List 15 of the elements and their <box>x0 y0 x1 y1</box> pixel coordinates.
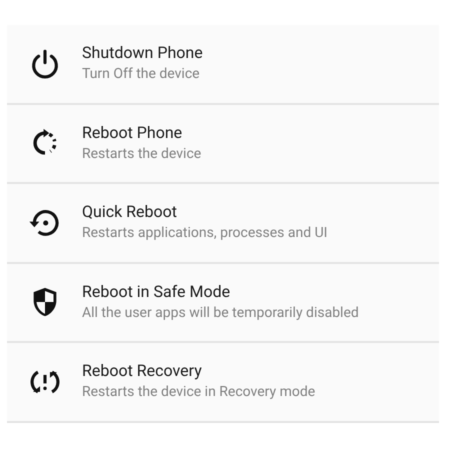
option-subtitle: Turn Off the device <box>82 65 201 84</box>
option-subtitle: Restarts the device <box>82 144 202 164</box>
option-title: Reboot Recovery <box>82 361 203 382</box>
option-row[interactable]: Reboot Phone Restarts the device <box>7 104 439 184</box>
option-subtitle: Restarts the device in Recovery mode <box>82 383 316 402</box>
option-title: Reboot in Safe Mode <box>82 282 232 302</box>
option-row[interactable]: Shutdown Phone Turn Off the device <box>7 25 439 104</box>
option-subtitle: All the user apps will be temporarily disabled <box>82 304 359 323</box>
option-title: Reboot Phone <box>82 122 184 143</box>
option-subtitle: Restarts applications, processes and UI <box>82 224 328 244</box>
option-row[interactable]: Reboot Recovery Restarts the device in Recovery mode <box>7 343 439 422</box>
option-row[interactable]: Reboot in Safe Mode All the user apps will be temporarily disabled <box>7 264 439 343</box>
option-title: Quick Reboot <box>82 202 178 222</box>
option-row[interactable]: Quick Reboot Restarts applications, processes and UI <box>7 184 439 264</box>
option-title: Shutdown Phone <box>82 43 203 64</box>
